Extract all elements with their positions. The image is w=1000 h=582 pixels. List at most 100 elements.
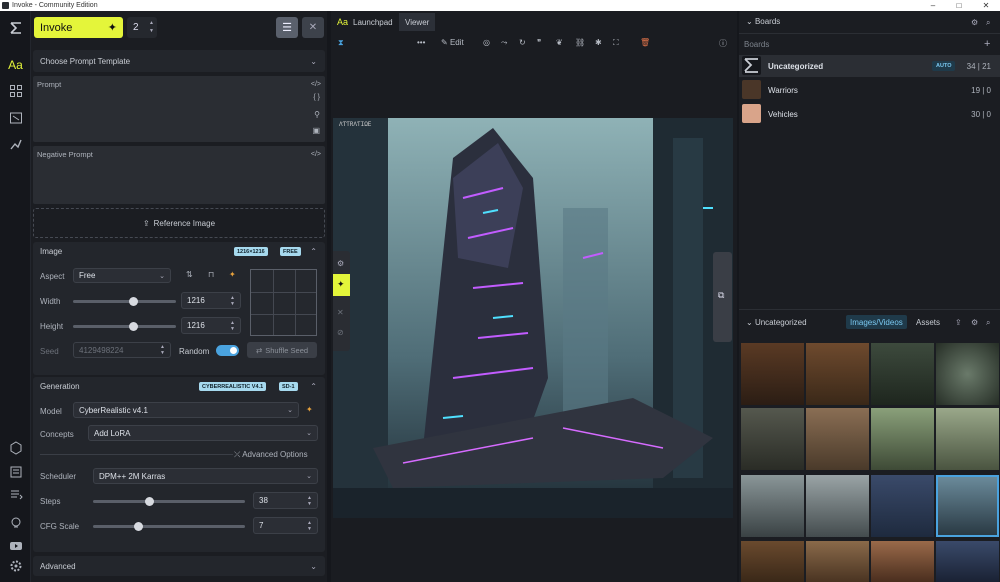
- cfg-slider-thumb[interactable]: [134, 522, 144, 531]
- quick-invoke-button[interactable]: ✦: [333, 274, 350, 296]
- gallery-thumbnail[interactable]: [936, 541, 999, 582]
- stepper-arrows-icon[interactable]: ▲ ▼: [307, 520, 312, 532]
- curve-icon[interactable]: ⤳: [501, 38, 507, 48]
- close-icon[interactable]: ✕: [337, 308, 344, 317]
- stepper-arrows-icon[interactable]: ▲ ▼: [307, 495, 312, 507]
- model-select[interactable]: CyberRealistic v4.1 ⌄: [73, 402, 299, 418]
- asterisk-icon[interactable]: ✱: [595, 38, 602, 47]
- youtube-icon[interactable]: [7, 537, 24, 554]
- tab-images-videos[interactable]: Images/Videos: [846, 315, 907, 329]
- width-input[interactable]: 1216 ▲ ▼: [181, 292, 241, 309]
- width-slider-thumb[interactable]: [129, 297, 139, 306]
- advanced-options-toggle[interactable]: ⤫ Advanced Options: [234, 450, 308, 460]
- braces-icon[interactable]: { }: [313, 94, 320, 101]
- tab-launchpad[interactable]: Aa Launchpad: [331, 13, 399, 31]
- swap-dimensions-icon[interactable]: ⇅: [186, 270, 193, 279]
- gallery-thumbnail[interactable]: [871, 475, 934, 537]
- recycle-icon[interactable]: ↻: [519, 38, 526, 47]
- advanced-section[interactable]: Advanced ⌄: [33, 556, 325, 576]
- aspect-select[interactable]: Free ⌄: [73, 268, 171, 283]
- gallery-toggle-handle[interactable]: ⧉: [713, 252, 732, 342]
- canvas-tab-icon[interactable]: [7, 109, 24, 126]
- add-board-icon[interactable]: +: [984, 38, 990, 50]
- gallery-thumbnail[interactable]: [806, 408, 869, 470]
- boards-header[interactable]: ⌄ Boards: [746, 17, 780, 26]
- prompt-textarea[interactable]: Prompt </> { } ⚲ ▣: [33, 76, 325, 142]
- upload-icon[interactable]: ⇪: [955, 318, 962, 327]
- board-row[interactable]: Vehicles 30 | 0: [739, 103, 1000, 125]
- gallery-header[interactable]: ⌄ Uncategorized: [746, 318, 807, 327]
- upscale-tab-icon[interactable]: [7, 135, 24, 152]
- cfg-input[interactable]: 7 ▲ ▼: [253, 517, 318, 534]
- gallery-thumbnail[interactable]: [806, 343, 869, 405]
- height-slider-track[interactable]: [73, 325, 176, 328]
- quote-icon[interactable]: ❞: [537, 38, 541, 47]
- steps-slider-track[interactable]: [93, 500, 245, 503]
- gallery-thumbnail[interactable]: [741, 541, 804, 582]
- invoke-logo-icon[interactable]: [7, 19, 24, 36]
- steps-input[interactable]: 38 ▲ ▼: [253, 492, 318, 509]
- search-icon[interactable]: ⌕: [986, 318, 990, 328]
- stepper-arrows-icon[interactable]: ▲ ▼: [230, 320, 235, 332]
- reference-image-dropzone[interactable]: ⇪ Reference Image: [33, 208, 325, 238]
- circle-icon[interactable]: ⊘: [337, 328, 344, 337]
- info-icon[interactable]: ⓘ: [719, 38, 727, 49]
- queue-menu-button[interactable]: ☰: [276, 17, 298, 38]
- sliders-icon[interactable]: ⚙: [337, 259, 344, 268]
- edit-button[interactable]: ✎ Edit: [441, 38, 464, 47]
- maximize-button[interactable]: □: [949, 0, 969, 11]
- gallery-thumbnail[interactable]: [871, 343, 934, 405]
- shuffle-seed-button[interactable]: ⇄ Shuffle Seed: [247, 342, 317, 358]
- gallery-settings-icon[interactable]: ⚙: [971, 318, 978, 327]
- hourglass-icon[interactable]: ⧗: [338, 38, 344, 48]
- cfg-slider-track[interactable]: [93, 525, 245, 528]
- gallery-thumbnail[interactable]: [806, 541, 869, 582]
- image-icon[interactable]: ▣: [312, 126, 320, 135]
- gallery-thumbnail[interactable]: [806, 475, 869, 537]
- code-icon[interactable]: </>: [311, 151, 321, 158]
- queue-count-stepper[interactable]: 2 ▲ ▼: [127, 17, 157, 38]
- trash-icon[interactable]: 🗑: [640, 38, 650, 47]
- gallery-thumbnail-selected[interactable]: [936, 475, 999, 537]
- magic-wand-icon[interactable]: ⚲: [314, 110, 320, 119]
- gallery-thumbnail[interactable]: [871, 541, 934, 582]
- stepper-arrows-icon[interactable]: ▲ ▼: [149, 19, 154, 35]
- search-icon[interactable]: ⌕: [986, 18, 990, 28]
- scheduler-select[interactable]: DPM++ 2M Karras ⌄: [93, 468, 318, 484]
- lightbulb-icon[interactable]: [7, 514, 24, 531]
- settings-gear-icon[interactable]: [7, 557, 24, 574]
- lora-select[interactable]: Add LoRA ⌄: [88, 425, 318, 441]
- prompt-template-selector[interactable]: Choose Prompt Template ⌄: [33, 50, 325, 72]
- height-slider-thumb[interactable]: [129, 322, 139, 331]
- tab-assets[interactable]: Assets: [912, 315, 944, 329]
- stepper-arrows-icon[interactable]: ▲ ▼: [230, 295, 235, 307]
- gallery-thumbnail[interactable]: [936, 343, 999, 405]
- tab-viewer[interactable]: Viewer: [399, 13, 436, 31]
- sparkle-icon[interactable]: ✦: [306, 405, 313, 414]
- seed-icon[interactable]: ❦: [556, 38, 563, 47]
- width-slider-track[interactable]: [73, 300, 176, 303]
- negative-prompt-textarea[interactable]: Negative Prompt </>: [33, 146, 325, 204]
- workflows-tab-icon[interactable]: [7, 82, 24, 99]
- gallery-thumbnail[interactable]: [741, 475, 804, 537]
- list-icon[interactable]: [7, 485, 24, 502]
- gallery-thumbnail[interactable]: [936, 408, 999, 470]
- gallery-thumbnail[interactable]: [871, 408, 934, 470]
- more-icon[interactable]: •••: [417, 38, 425, 47]
- cancel-queue-button[interactable]: ✕: [302, 17, 324, 38]
- gallery-thumbnail[interactable]: [741, 408, 804, 470]
- code-icon[interactable]: </>: [311, 81, 321, 88]
- crop-icon[interactable]: ⛶: [613, 38, 619, 48]
- link-icon[interactable]: ⛓: [575, 38, 585, 47]
- generate-tab-icon[interactable]: Aa: [7, 56, 24, 73]
- models-icon[interactable]: [7, 439, 24, 456]
- steps-slider-thumb[interactable]: [144, 497, 154, 506]
- minimize-button[interactable]: –: [923, 0, 943, 11]
- board-row[interactable]: Uncategorized AUTO 34 | 21: [739, 55, 1000, 77]
- height-input[interactable]: 1216 ▲ ▼: [181, 317, 241, 334]
- window-close-button[interactable]: ✕: [976, 0, 996, 11]
- seed-input[interactable]: 4129498224 ▲ ▼: [73, 342, 171, 358]
- target-icon[interactable]: ◎: [483, 38, 490, 47]
- stepper-arrows-icon[interactable]: ▲ ▼: [160, 344, 165, 356]
- sparkle-icon[interactable]: ✦: [229, 270, 236, 279]
